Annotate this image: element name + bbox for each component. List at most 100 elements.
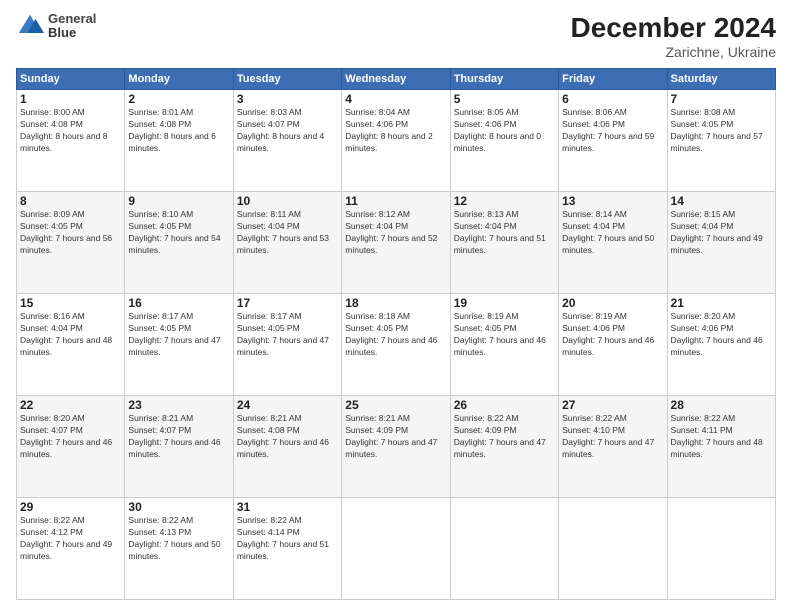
day-info: Sunrise: 8:18 AM Sunset: 4:05 PM Dayligh… [345,311,446,359]
day-number: 30 [128,500,229,514]
sunrise-label: Sunrise: 8:18 AM [345,311,410,321]
sunset-label: Sunset: 4:06 PM [345,119,408,129]
daylight-label: Daylight: 7 hours and 47 minutes. [128,335,220,357]
day-number: 1 [20,92,121,106]
calendar-cell: 25 Sunrise: 8:21 AM Sunset: 4:09 PM Dayl… [342,396,450,498]
day-info: Sunrise: 8:21 AM Sunset: 4:07 PM Dayligh… [128,413,229,461]
day-info: Sunrise: 8:19 AM Sunset: 4:05 PM Dayligh… [454,311,555,359]
sunrise-label: Sunrise: 8:22 AM [128,515,193,525]
daylight-label: Daylight: 7 hours and 47 minutes. [562,437,654,459]
calendar-cell: 3 Sunrise: 8:03 AM Sunset: 4:07 PM Dayli… [233,90,341,192]
header-saturday: Saturday [667,69,775,90]
calendar-cell: 13 Sunrise: 8:14 AM Sunset: 4:04 PM Dayl… [559,192,667,294]
sunset-label: Sunset: 4:05 PM [345,323,408,333]
title-block: December 2024 Zarichne, Ukraine [571,12,776,60]
daylight-label: Daylight: 7 hours and 53 minutes. [237,233,329,255]
calendar-cell: 4 Sunrise: 8:04 AM Sunset: 4:06 PM Dayli… [342,90,450,192]
sunset-label: Sunset: 4:10 PM [562,425,625,435]
day-info: Sunrise: 8:19 AM Sunset: 4:06 PM Dayligh… [562,311,663,359]
day-number: 23 [128,398,229,412]
day-number: 6 [562,92,663,106]
day-number: 14 [671,194,772,208]
calendar-cell: 20 Sunrise: 8:19 AM Sunset: 4:06 PM Dayl… [559,294,667,396]
calendar-cell: 6 Sunrise: 8:06 AM Sunset: 4:06 PM Dayli… [559,90,667,192]
day-number: 7 [671,92,772,106]
sunrise-label: Sunrise: 8:22 AM [671,413,736,423]
sunset-label: Sunset: 4:05 PM [20,221,83,231]
sunrise-label: Sunrise: 8:00 AM [20,107,85,117]
calendar-cell: 17 Sunrise: 8:17 AM Sunset: 4:05 PM Dayl… [233,294,341,396]
sunset-label: Sunset: 4:05 PM [128,221,191,231]
calendar-cell [667,498,775,600]
day-info: Sunrise: 8:21 AM Sunset: 4:09 PM Dayligh… [345,413,446,461]
daylight-label: Daylight: 8 hours and 8 minutes. [20,131,107,153]
sunrise-label: Sunrise: 8:16 AM [20,311,85,321]
day-info: Sunrise: 8:01 AM Sunset: 4:08 PM Dayligh… [128,107,229,155]
calendar-week-1: 1 Sunrise: 8:00 AM Sunset: 4:08 PM Dayli… [17,90,776,192]
day-number: 28 [671,398,772,412]
day-number: 20 [562,296,663,310]
header: General Blue December 2024 Zarichne, Ukr… [16,12,776,60]
daylight-label: Daylight: 7 hours and 51 minutes. [454,233,546,255]
daylight-label: Daylight: 8 hours and 6 minutes. [128,131,215,153]
day-info: Sunrise: 8:20 AM Sunset: 4:06 PM Dayligh… [671,311,772,359]
day-info: Sunrise: 8:17 AM Sunset: 4:05 PM Dayligh… [128,311,229,359]
sunrise-label: Sunrise: 8:21 AM [128,413,193,423]
day-number: 11 [345,194,446,208]
sunrise-label: Sunrise: 8:22 AM [562,413,627,423]
header-monday: Monday [125,69,233,90]
sunset-label: Sunset: 4:07 PM [20,425,83,435]
day-number: 26 [454,398,555,412]
calendar-cell: 24 Sunrise: 8:21 AM Sunset: 4:08 PM Dayl… [233,396,341,498]
day-info: Sunrise: 8:22 AM Sunset: 4:11 PM Dayligh… [671,413,772,461]
sunrise-label: Sunrise: 8:19 AM [454,311,519,321]
sunrise-label: Sunrise: 8:22 AM [20,515,85,525]
sunset-label: Sunset: 4:04 PM [562,221,625,231]
sunset-label: Sunset: 4:11 PM [671,425,733,435]
daylight-label: Daylight: 7 hours and 56 minutes. [20,233,112,255]
sunrise-label: Sunrise: 8:11 AM [237,209,301,219]
calendar-table: Sunday Monday Tuesday Wednesday Thursday… [16,68,776,600]
calendar-cell: 1 Sunrise: 8:00 AM Sunset: 4:08 PM Dayli… [17,90,125,192]
day-info: Sunrise: 8:21 AM Sunset: 4:08 PM Dayligh… [237,413,338,461]
sunrise-label: Sunrise: 8:21 AM [237,413,302,423]
day-info: Sunrise: 8:22 AM Sunset: 4:12 PM Dayligh… [20,515,121,563]
sunrise-label: Sunrise: 8:20 AM [671,311,736,321]
calendar-cell [559,498,667,600]
daylight-label: Daylight: 7 hours and 46 minutes. [562,335,654,357]
sunset-label: Sunset: 4:05 PM [237,323,300,333]
calendar-week-2: 8 Sunrise: 8:09 AM Sunset: 4:05 PM Dayli… [17,192,776,294]
calendar-title: December 2024 [571,12,776,44]
day-info: Sunrise: 8:10 AM Sunset: 4:05 PM Dayligh… [128,209,229,257]
sunset-label: Sunset: 4:04 PM [671,221,734,231]
day-number: 10 [237,194,338,208]
calendar-cell: 29 Sunrise: 8:22 AM Sunset: 4:12 PM Dayl… [17,498,125,600]
calendar-cell: 28 Sunrise: 8:22 AM Sunset: 4:11 PM Dayl… [667,396,775,498]
daylight-label: Daylight: 7 hours and 50 minutes. [562,233,654,255]
daylight-label: Daylight: 7 hours and 46 minutes. [454,335,546,357]
day-number: 2 [128,92,229,106]
sunset-label: Sunset: 4:09 PM [454,425,517,435]
calendar-cell: 10 Sunrise: 8:11 AM Sunset: 4:04 PM Dayl… [233,192,341,294]
day-info: Sunrise: 8:09 AM Sunset: 4:05 PM Dayligh… [20,209,121,257]
header-friday: Friday [559,69,667,90]
sunrise-label: Sunrise: 8:04 AM [345,107,410,117]
sunrise-label: Sunrise: 8:09 AM [20,209,85,219]
calendar-cell: 16 Sunrise: 8:17 AM Sunset: 4:05 PM Dayl… [125,294,233,396]
day-info: Sunrise: 8:16 AM Sunset: 4:04 PM Dayligh… [20,311,121,359]
sunrise-label: Sunrise: 8:17 AM [237,311,302,321]
day-info: Sunrise: 8:22 AM Sunset: 4:13 PM Dayligh… [128,515,229,563]
sunrise-label: Sunrise: 8:08 AM [671,107,736,117]
sunrise-label: Sunrise: 8:06 AM [562,107,627,117]
calendar-cell: 11 Sunrise: 8:12 AM Sunset: 4:04 PM Dayl… [342,192,450,294]
calendar-week-3: 15 Sunrise: 8:16 AM Sunset: 4:04 PM Dayl… [17,294,776,396]
day-info: Sunrise: 8:06 AM Sunset: 4:06 PM Dayligh… [562,107,663,155]
daylight-label: Daylight: 8 hours and 2 minutes. [345,131,432,153]
day-info: Sunrise: 8:14 AM Sunset: 4:04 PM Dayligh… [562,209,663,257]
calendar-cell: 14 Sunrise: 8:15 AM Sunset: 4:04 PM Dayl… [667,192,775,294]
header-wednesday: Wednesday [342,69,450,90]
sunset-label: Sunset: 4:08 PM [237,425,300,435]
daylight-label: Daylight: 7 hours and 47 minutes. [454,437,546,459]
day-info: Sunrise: 8:08 AM Sunset: 4:05 PM Dayligh… [671,107,772,155]
day-number: 27 [562,398,663,412]
